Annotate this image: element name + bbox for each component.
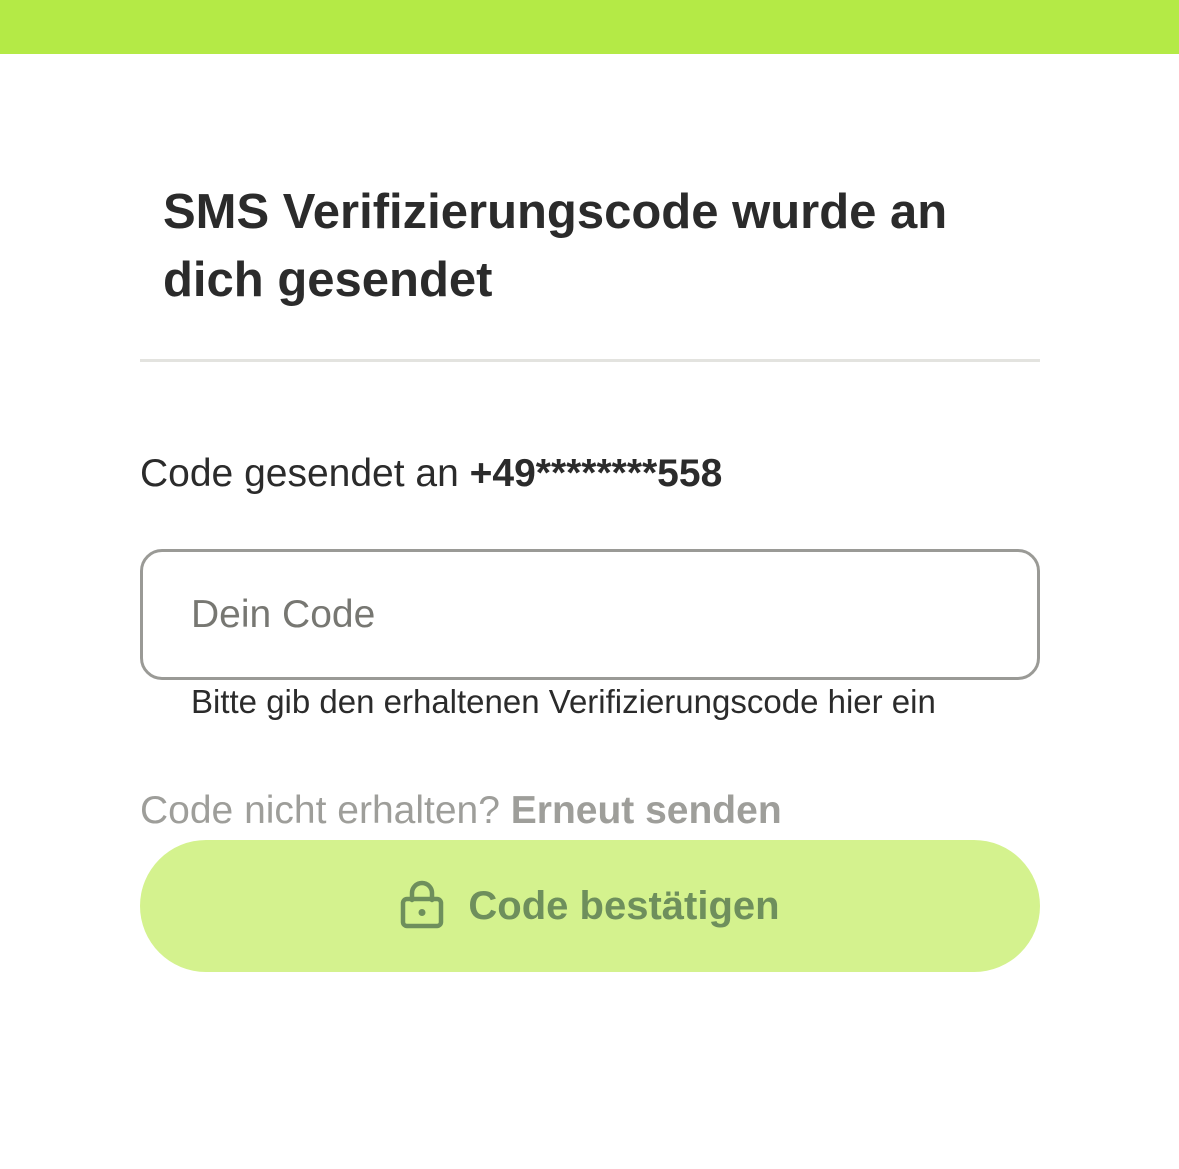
confirm-code-button-label: Code bestätigen	[468, 883, 780, 928]
code-input-helper-text: Bitte gib den erhaltenen Verifizierungsc…	[191, 683, 936, 720]
resend-row: Code nicht erhalten? Erneut senden	[140, 787, 782, 835]
confirm-code-button[interactable]: Code bestätigen	[140, 840, 1040, 972]
divider	[140, 359, 1040, 362]
code-sent-to-text: Code gesendet an +49********558	[140, 450, 722, 498]
code-sent-to-label: Code gesendet an	[140, 452, 470, 495]
top-accent-bar	[0, 0, 1179, 54]
page-title: SMS Verifizierungscode wurde an dich ges…	[163, 185, 948, 307]
verification-code-input[interactable]	[140, 549, 1040, 680]
lock-icon	[400, 879, 444, 929]
resend-code-link[interactable]: Erneut senden	[511, 789, 782, 832]
masked-phone-number: +49********558	[469, 452, 723, 495]
resend-question: Code nicht erhalten?	[140, 789, 511, 832]
